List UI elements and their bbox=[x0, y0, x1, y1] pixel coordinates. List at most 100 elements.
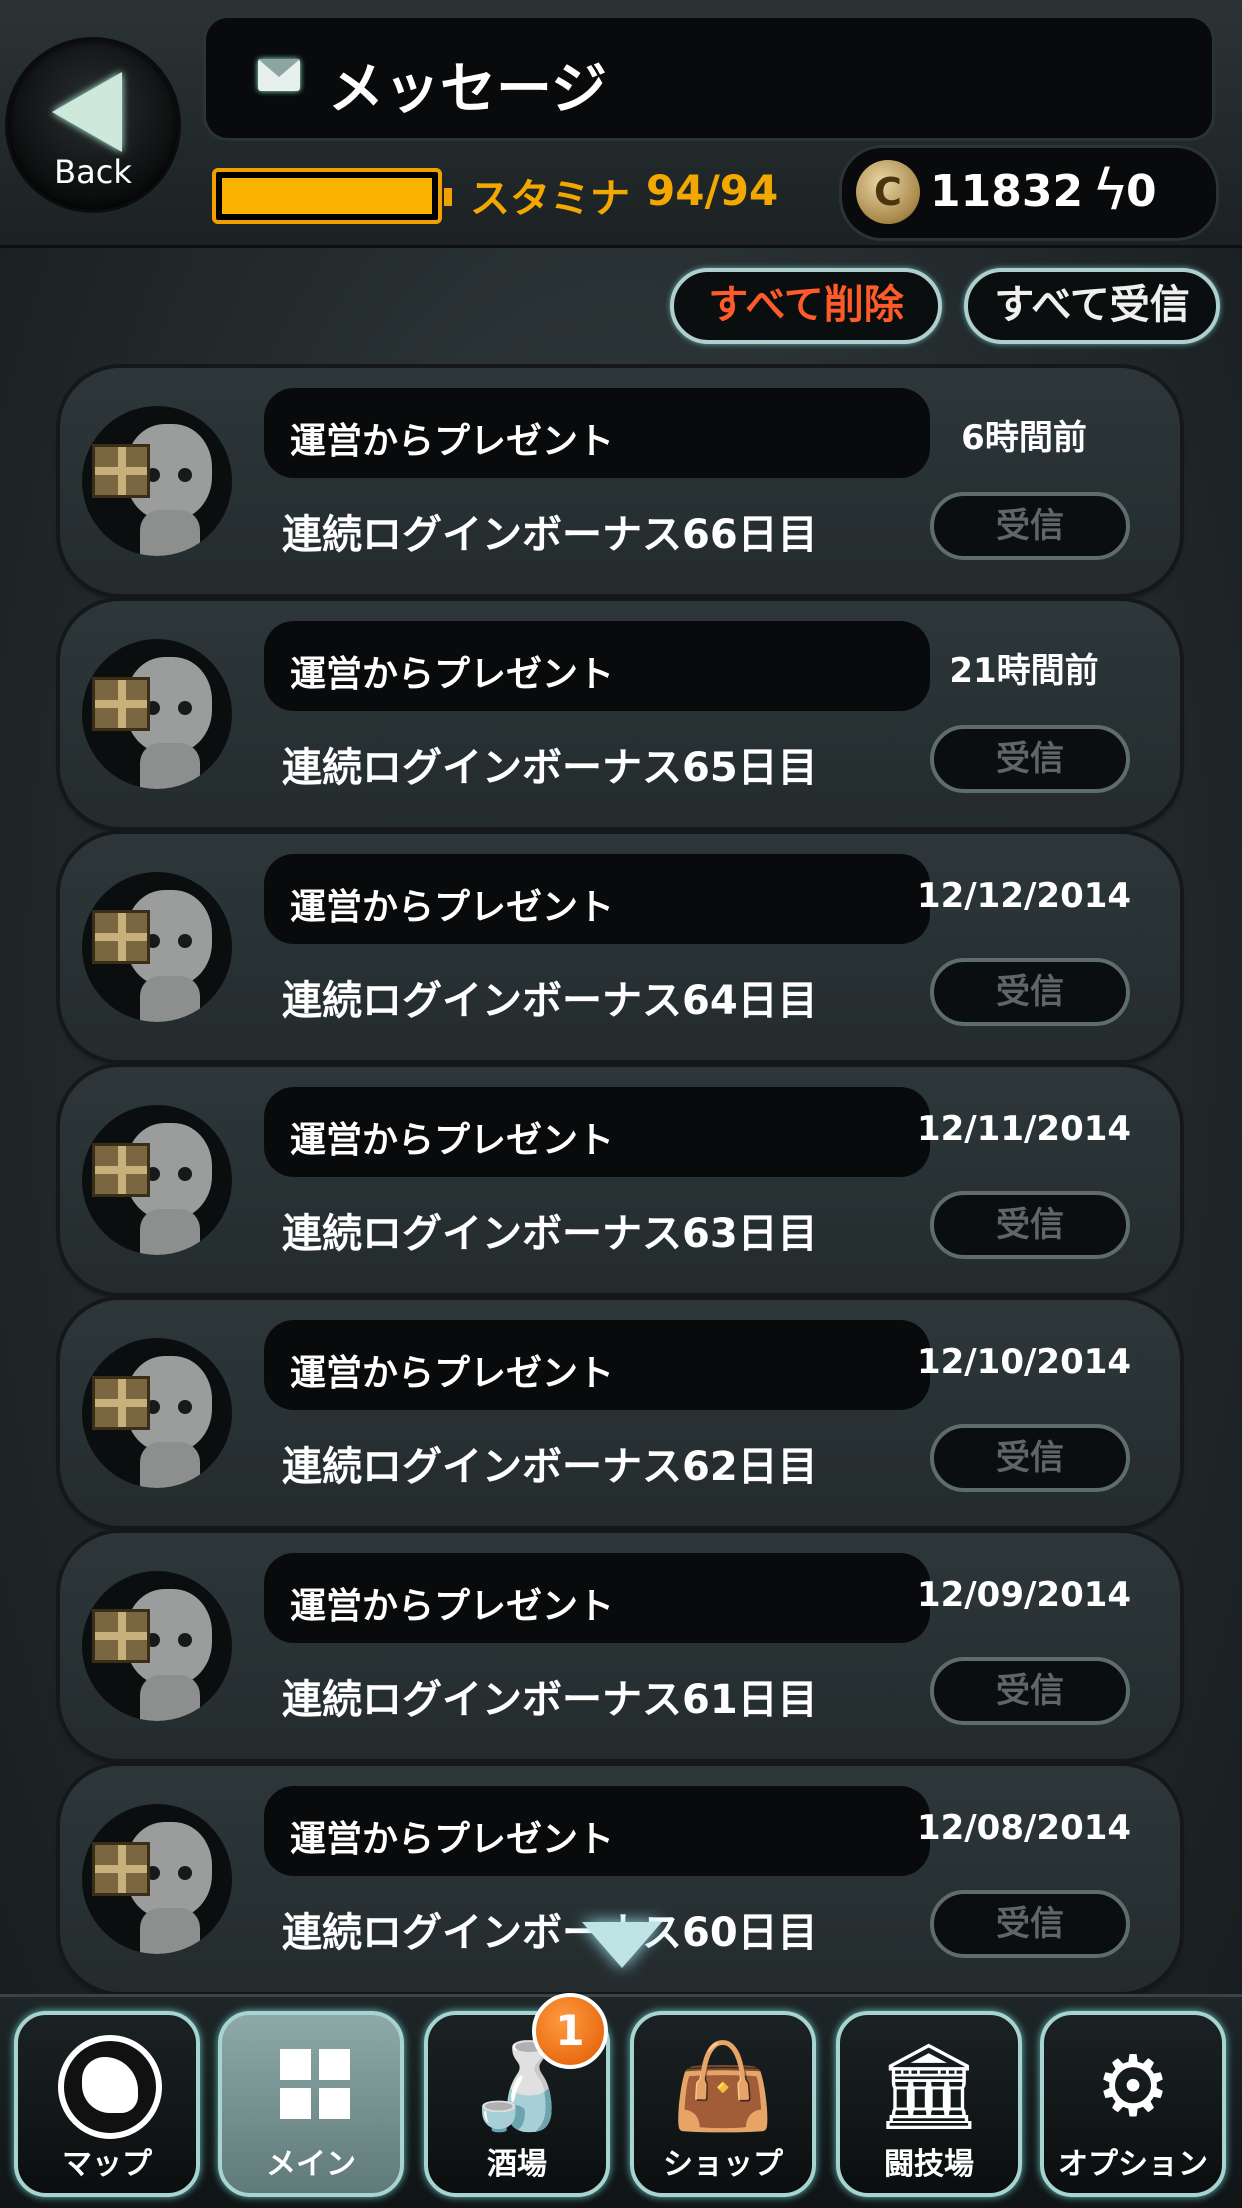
message-body: 連続ログインボーナス62日目 bbox=[282, 1444, 818, 1490]
message-item[interactable]: 運営からプレゼント 12/09/2014 連続ログインボーナス61日目 受信 bbox=[60, 1533, 1180, 1759]
message-item[interactable]: 運営からプレゼント 12/12/2014 連続ログインボーナス64日目 受信 bbox=[60, 834, 1180, 1060]
delete-all-button[interactable]: すべて削除 bbox=[670, 268, 942, 344]
shopping-bag-icon: 👜 bbox=[670, 2037, 776, 2135]
receive-button[interactable]: 受信 bbox=[930, 958, 1130, 1026]
avatar bbox=[82, 639, 232, 789]
back-arrow-icon bbox=[52, 72, 122, 152]
stamina-fill bbox=[222, 178, 432, 214]
avatar bbox=[82, 1571, 232, 1721]
globe-map-icon bbox=[58, 2035, 162, 2139]
gift-box-icon bbox=[92, 677, 150, 731]
page-title: メッセージ bbox=[328, 57, 607, 122]
receive-button[interactable]: 受信 bbox=[930, 1890, 1130, 1958]
message-body: 連続ログインボーナス63日目 bbox=[282, 1211, 818, 1257]
nav-tavern-button[interactable]: 🍶 1 酒場 bbox=[424, 1993, 610, 2197]
back-button[interactable]: Back bbox=[8, 40, 178, 210]
message-sender: 運営からプレゼント bbox=[290, 1586, 615, 1627]
character-body-icon bbox=[140, 510, 200, 556]
message-list: 運営からプレゼント 6時間前 連続ログインボーナス66日目 受信 運営からプレゼ… bbox=[60, 368, 1180, 1999]
mail-icon bbox=[258, 59, 300, 91]
message-body: 連続ログインボーナス61日目 bbox=[282, 1677, 818, 1723]
nav-map-button[interactable]: マップ bbox=[14, 2011, 200, 2197]
character-body-icon bbox=[140, 1908, 200, 1954]
message-date: 12/12/2014 bbox=[916, 876, 1132, 916]
bottom-nav: マップ メイン 🍶 1 酒場 👜 ショップ 🏛 闘技場 ⚙ オプション bbox=[0, 1993, 1242, 2208]
notification-badge: 1 bbox=[532, 1993, 608, 2069]
message-sender: 運営からプレゼント bbox=[290, 421, 615, 462]
message-sender: 運営からプレゼント bbox=[290, 887, 615, 928]
avatar bbox=[82, 1804, 232, 1954]
sender-bar: 運営からプレゼント bbox=[264, 1087, 930, 1177]
header: Back メッセージ スタミナ 94/94 C 11832 ϟ 0 bbox=[0, 0, 1242, 248]
sender-bar: 運営からプレゼント bbox=[264, 1786, 930, 1876]
sender-bar: 運営からプレゼント bbox=[264, 388, 930, 478]
nav-main-button[interactable]: メイン bbox=[218, 2011, 404, 2197]
stamina-bar bbox=[212, 168, 452, 224]
message-sender: 運営からプレゼント bbox=[290, 1819, 615, 1860]
stamina-label: スタミナ bbox=[470, 176, 630, 222]
message-date: 12/09/2014 bbox=[916, 1575, 1132, 1615]
title-bar: メッセージ bbox=[206, 18, 1212, 138]
gears-icon: ⚙ bbox=[1095, 2037, 1171, 2135]
back-label: Back bbox=[54, 153, 132, 191]
avatar bbox=[82, 872, 232, 1022]
gift-box-icon bbox=[92, 1143, 150, 1197]
message-sender: 運営からプレゼント bbox=[290, 654, 615, 695]
nav-label: 酒場 bbox=[487, 2147, 547, 2182]
sender-bar: 運営からプレゼント bbox=[264, 1320, 930, 1410]
message-date: 12/10/2014 bbox=[916, 1342, 1132, 1382]
lightning-icon: ϟ bbox=[1092, 158, 1129, 223]
message-body: 連続ログインボーナス60日目 bbox=[282, 1910, 818, 1956]
coin-icon: C bbox=[856, 160, 920, 224]
nav-arena-button[interactable]: 🏛 闘技場 bbox=[836, 2011, 1022, 2197]
coin-count: 11832 bbox=[930, 166, 1084, 217]
sender-bar: 運営からプレゼント bbox=[264, 1553, 930, 1643]
character-body-icon bbox=[140, 743, 200, 789]
receive-button[interactable]: 受信 bbox=[930, 1657, 1130, 1725]
message-date: 12/11/2014 bbox=[916, 1109, 1132, 1149]
receive-button[interactable]: 受信 bbox=[930, 725, 1130, 793]
character-body-icon bbox=[140, 1209, 200, 1255]
currency-box: C 11832 ϟ 0 bbox=[842, 148, 1216, 238]
gift-box-icon bbox=[92, 910, 150, 964]
stamina-value: 94/94 bbox=[646, 166, 779, 215]
energy-count: 0 bbox=[1126, 166, 1157, 217]
receive-button[interactable]: 受信 bbox=[930, 1191, 1130, 1259]
avatar bbox=[82, 1105, 232, 1255]
scroll-down-arrow-icon[interactable] bbox=[582, 1922, 662, 1968]
nav-label: マップ bbox=[62, 2147, 152, 2182]
gift-box-icon bbox=[92, 1376, 150, 1430]
nav-label: オプション bbox=[1058, 2147, 1208, 2182]
message-item[interactable]: 運営からプレゼント 6時間前 連続ログインボーナス66日目 受信 bbox=[60, 368, 1180, 594]
gift-box-icon bbox=[92, 1609, 150, 1663]
message-body: 連続ログインボーナス66日目 bbox=[282, 512, 818, 558]
grid-icon bbox=[280, 2049, 350, 2119]
message-sender: 運営からプレゼント bbox=[290, 1120, 615, 1161]
nav-options-button[interactable]: ⚙ オプション bbox=[1040, 2011, 1226, 2197]
message-body: 連続ログインボーナス64日目 bbox=[282, 978, 818, 1024]
sender-bar: 運営からプレゼント bbox=[264, 854, 930, 944]
nav-label: メイン bbox=[266, 2147, 356, 2182]
message-item[interactable]: 運営からプレゼント 12/11/2014 連続ログインボーナス63日目 受信 bbox=[60, 1067, 1180, 1293]
message-item[interactable]: 運営からプレゼント 21時間前 連続ログインボーナス65日目 受信 bbox=[60, 601, 1180, 827]
battery-cap-icon bbox=[444, 188, 452, 206]
receive-all-button[interactable]: すべて受信 bbox=[964, 268, 1220, 344]
message-item[interactable]: 運営からプレゼント 12/10/2014 連続ログインボーナス62日目 受信 bbox=[60, 1300, 1180, 1526]
message-date: 12/08/2014 bbox=[916, 1808, 1132, 1848]
avatar bbox=[82, 406, 232, 556]
nav-label: 闘技場 bbox=[884, 2147, 974, 2182]
nav-shop-button[interactable]: 👜 ショップ bbox=[630, 2011, 816, 2197]
gift-box-icon bbox=[92, 444, 150, 498]
receive-button[interactable]: 受信 bbox=[930, 1424, 1130, 1492]
character-body-icon bbox=[140, 976, 200, 1022]
nav-label: ショップ bbox=[663, 2147, 783, 2182]
character-body-icon bbox=[140, 1442, 200, 1488]
avatar bbox=[82, 1338, 232, 1488]
colosseum-icon: 🏛 bbox=[875, 2037, 983, 2135]
character-body-icon bbox=[140, 1675, 200, 1721]
message-date: 6時間前 bbox=[961, 418, 1087, 458]
receive-button[interactable]: 受信 bbox=[930, 492, 1130, 560]
message-date: 21時間前 bbox=[949, 651, 1099, 691]
message-body: 連続ログインボーナス65日目 bbox=[282, 745, 818, 791]
sender-bar: 運営からプレゼント bbox=[264, 621, 930, 711]
